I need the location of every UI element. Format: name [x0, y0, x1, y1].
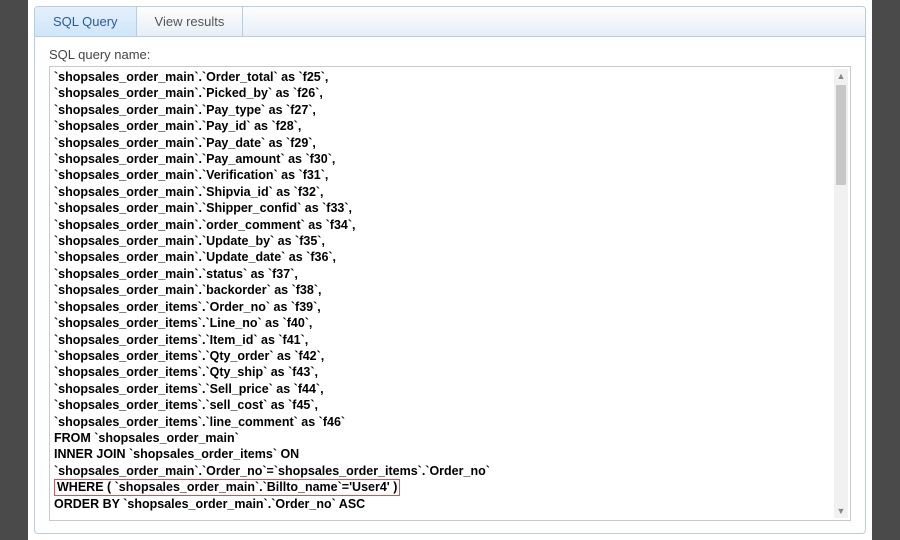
tab-bar: SQL Query View results [35, 7, 865, 37]
scroll-up-icon[interactable]: ▲ [834, 69, 848, 83]
scroll-down-icon[interactable]: ▼ [834, 504, 848, 518]
scroll-thumb[interactable] [836, 85, 846, 185]
scrollbar[interactable]: ▲ ▼ [834, 69, 848, 518]
query-text: `shopsales_order_main`.`Order_total` as … [54, 69, 832, 518]
tab-content: SQL query name: `shopsales_order_main`.`… [35, 37, 865, 521]
tab-sql-query[interactable]: SQL Query [35, 7, 137, 36]
tab-view-results[interactable]: View results [137, 7, 244, 36]
sql-panel: SQL Query View results SQL query name: `… [34, 6, 866, 534]
query-textarea[interactable]: `shopsales_order_main`.`Order_total` as … [49, 66, 851, 521]
query-name-label: SQL query name: [49, 47, 851, 62]
page-wrap: SQL Query View results SQL query name: `… [28, 0, 872, 540]
highlighted-where-clause: WHERE ( `shopsales_order_main`.`Billto_n… [54, 479, 400, 496]
